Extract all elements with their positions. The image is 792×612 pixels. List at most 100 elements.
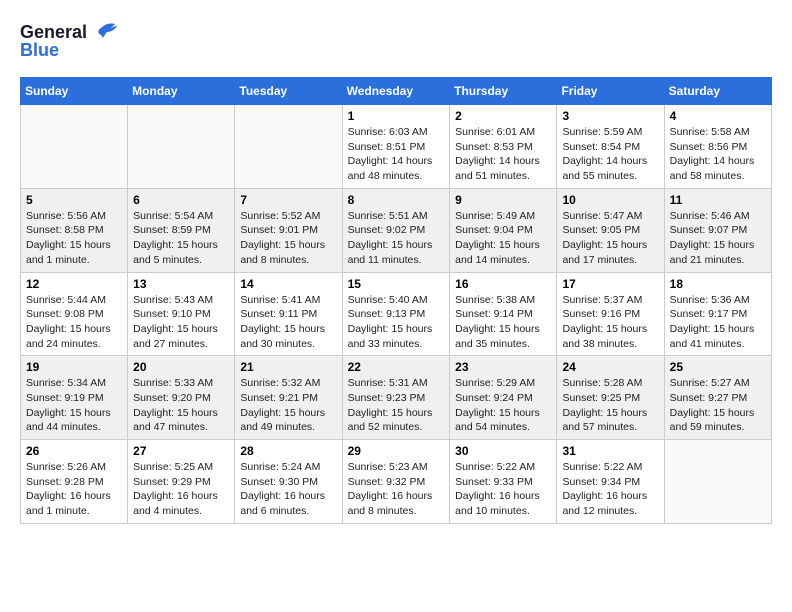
calendar-week-2: 5Sunrise: 5:56 AMSunset: 8:58 PMDaylight… (21, 188, 772, 272)
day-number: 6 (133, 193, 229, 207)
calendar-cell: 9 Sunrise: 5:49 AMSunset: 9:04 PMDaylight… (450, 188, 557, 272)
day-number: 27 (133, 444, 229, 458)
day-info: Sunrise: 6:03 AMSunset: 8:51 PMDaylight:… (348, 125, 445, 184)
day-number: 10 (562, 193, 658, 207)
day-info: Sunrise: 5:40 AMSunset: 9:13 PMDaylight:… (348, 293, 445, 352)
day-number: 29 (348, 444, 445, 458)
day-number: 15 (348, 277, 445, 291)
page-header: General Blue (20, 20, 772, 61)
day-number: 14 (240, 277, 336, 291)
calendar-cell: 20 Sunrise: 5:33 AMSunset: 9:20 PMDayligh… (128, 356, 235, 440)
calendar-cell: 30 Sunrise: 5:22 AMSunset: 9:33 PMDayligh… (450, 440, 557, 524)
calendar-cell: 27 Sunrise: 5:25 AMSunset: 9:29 PMDayligh… (128, 440, 235, 524)
day-info: Sunrise: 5:44 AMSunset: 9:08 PMDaylight:… (26, 293, 122, 352)
day-info: Sunrise: 5:37 AMSunset: 9:16 PMDaylight:… (562, 293, 658, 352)
calendar-week-3: 12 Sunrise: 5:44 AMSunset: 9:08 PMDayligh… (21, 272, 772, 356)
calendar-cell: 12 Sunrise: 5:44 AMSunset: 9:08 PMDayligh… (21, 272, 128, 356)
day-number: 16 (455, 277, 551, 291)
day-number: 4 (670, 109, 766, 123)
logo-blue-text: Blue (20, 40, 59, 61)
calendar-cell: 28Sunrise: 5:24 AMSunset: 9:30 PMDayligh… (235, 440, 342, 524)
calendar-cell: 10 Sunrise: 5:47 AMSunset: 9:05 PMDayligh… (557, 188, 664, 272)
day-info: Sunrise: 5:23 AMSunset: 9:32 PMDaylight:… (348, 460, 445, 519)
day-number: 3 (562, 109, 658, 123)
calendar-cell: 31Sunrise: 5:22 AMSunset: 9:34 PMDayligh… (557, 440, 664, 524)
day-info: Sunrise: 6:01 AMSunset: 8:53 PMDaylight:… (455, 125, 551, 184)
calendar-cell (235, 105, 342, 189)
calendar-week-4: 19 Sunrise: 5:34 AMSunset: 9:19 PMDayligh… (21, 356, 772, 440)
day-info: Sunrise: 5:47 AMSunset: 9:05 PMDaylight:… (562, 209, 658, 268)
day-number: 24 (562, 360, 658, 374)
day-number: 11 (670, 193, 766, 207)
day-header-tuesday: Tuesday (235, 78, 342, 105)
day-number: 25 (670, 360, 766, 374)
calendar-cell: 5Sunrise: 5:56 AMSunset: 8:58 PMDaylight… (21, 188, 128, 272)
calendar-cell: 18 Sunrise: 5:36 AMSunset: 9:17 PMDayligh… (664, 272, 771, 356)
day-number: 12 (26, 277, 122, 291)
day-info: Sunrise: 5:22 AMSunset: 9:33 PMDaylight:… (455, 460, 551, 519)
day-number: 18 (670, 277, 766, 291)
calendar-cell: 29 Sunrise: 5:23 AMSunset: 9:32 PMDayligh… (342, 440, 450, 524)
day-info: Sunrise: 5:59 AMSunset: 8:54 PMDaylight:… (562, 125, 658, 184)
calendar-table: SundayMondayTuesdayWednesdayThursdayFrid… (20, 77, 772, 524)
day-info: Sunrise: 5:49 AMSunset: 9:04 PMDaylight:… (455, 209, 551, 268)
logo-bird-icon (91, 20, 119, 44)
day-info: Sunrise: 5:51 AMSunset: 9:02 PMDaylight:… (348, 209, 445, 268)
calendar-cell: 19 Sunrise: 5:34 AMSunset: 9:19 PMDayligh… (21, 356, 128, 440)
day-info: Sunrise: 5:32 AMSunset: 9:21 PMDaylight:… (240, 376, 336, 435)
day-header-thursday: Thursday (450, 78, 557, 105)
calendar-cell: 1 Sunrise: 6:03 AMSunset: 8:51 PMDaylight… (342, 105, 450, 189)
calendar-week-5: 26Sunrise: 5:26 AMSunset: 9:28 PMDayligh… (21, 440, 772, 524)
day-number: 20 (133, 360, 229, 374)
day-info: Sunrise: 5:43 AMSunset: 9:10 PMDaylight:… (133, 293, 229, 352)
day-info: Sunrise: 5:54 AMSunset: 8:59 PMDaylight:… (133, 209, 229, 268)
calendar-cell: 17Sunrise: 5:37 AMSunset: 9:16 PMDayligh… (557, 272, 664, 356)
day-number: 1 (348, 109, 445, 123)
calendar-cell: 3 Sunrise: 5:59 AMSunset: 8:54 PMDaylight… (557, 105, 664, 189)
day-info: Sunrise: 5:46 AMSunset: 9:07 PMDaylight:… (670, 209, 766, 268)
day-header-friday: Friday (557, 78, 664, 105)
calendar-cell (664, 440, 771, 524)
calendar-cell: 25 Sunrise: 5:27 AMSunset: 9:27 PMDayligh… (664, 356, 771, 440)
calendar-cell: 22 Sunrise: 5:31 AMSunset: 9:23 PMDayligh… (342, 356, 450, 440)
day-number: 19 (26, 360, 122, 374)
day-number: 2 (455, 109, 551, 123)
day-number: 9 (455, 193, 551, 207)
calendar-header-row: SundayMondayTuesdayWednesdayThursdayFrid… (21, 78, 772, 105)
day-info: Sunrise: 5:31 AMSunset: 9:23 PMDaylight:… (348, 376, 445, 435)
day-header-sunday: Sunday (21, 78, 128, 105)
day-info: Sunrise: 5:38 AMSunset: 9:14 PMDaylight:… (455, 293, 551, 352)
calendar-cell: 26Sunrise: 5:26 AMSunset: 9:28 PMDayligh… (21, 440, 128, 524)
day-info: Sunrise: 5:33 AMSunset: 9:20 PMDaylight:… (133, 376, 229, 435)
day-header-monday: Monday (128, 78, 235, 105)
day-number: 31 (562, 444, 658, 458)
day-header-saturday: Saturday (664, 78, 771, 105)
calendar-cell (128, 105, 235, 189)
day-info: Sunrise: 5:58 AMSunset: 8:56 PMDaylight:… (670, 125, 766, 184)
calendar-cell: 23Sunrise: 5:29 AMSunset: 9:24 PMDayligh… (450, 356, 557, 440)
day-info: Sunrise: 5:25 AMSunset: 9:29 PMDaylight:… (133, 460, 229, 519)
calendar-cell: 16 Sunrise: 5:38 AMSunset: 9:14 PMDayligh… (450, 272, 557, 356)
day-number: 22 (348, 360, 445, 374)
day-number: 8 (348, 193, 445, 207)
day-info: Sunrise: 5:36 AMSunset: 9:17 PMDaylight:… (670, 293, 766, 352)
calendar-cell: 15 Sunrise: 5:40 AMSunset: 9:13 PMDayligh… (342, 272, 450, 356)
day-number: 7 (240, 193, 336, 207)
day-number: 13 (133, 277, 229, 291)
calendar-cell: 24Sunrise: 5:28 AMSunset: 9:25 PMDayligh… (557, 356, 664, 440)
day-info: Sunrise: 5:41 AMSunset: 9:11 PMDaylight:… (240, 293, 336, 352)
day-info: Sunrise: 5:34 AMSunset: 9:19 PMDaylight:… (26, 376, 122, 435)
calendar-cell: 2 Sunrise: 6:01 AMSunset: 8:53 PMDaylight… (450, 105, 557, 189)
logo: General Blue (20, 20, 119, 61)
calendar-cell (21, 105, 128, 189)
day-number: 30 (455, 444, 551, 458)
day-info: Sunrise: 5:56 AMSunset: 8:58 PMDaylight:… (26, 209, 122, 268)
day-header-wednesday: Wednesday (342, 78, 450, 105)
calendar-cell: 8 Sunrise: 5:51 AMSunset: 9:02 PMDaylight… (342, 188, 450, 272)
calendar-week-1: 1 Sunrise: 6:03 AMSunset: 8:51 PMDaylight… (21, 105, 772, 189)
calendar-cell: 14 Sunrise: 5:41 AMSunset: 9:11 PMDayligh… (235, 272, 342, 356)
day-info: Sunrise: 5:27 AMSunset: 9:27 PMDaylight:… (670, 376, 766, 435)
calendar-cell: 13 Sunrise: 5:43 AMSunset: 9:10 PMDayligh… (128, 272, 235, 356)
day-number: 28 (240, 444, 336, 458)
day-info: Sunrise: 5:52 AMSunset: 9:01 PMDaylight:… (240, 209, 336, 268)
